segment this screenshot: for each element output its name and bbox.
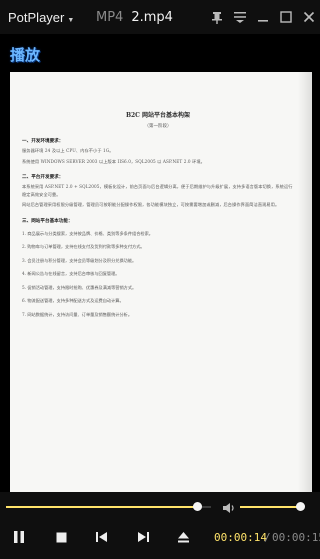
document-subtitle: （第一阶段） bbox=[144, 124, 172, 129]
volume-icon[interactable] bbox=[222, 500, 236, 519]
skip-back-icon bbox=[95, 532, 107, 542]
volume-slider[interactable] bbox=[240, 506, 304, 508]
section-heading: 三、网站平台基本功能： bbox=[22, 218, 73, 224]
section-heading: 二、平台开发要求： bbox=[22, 175, 64, 180]
page-edge-shadow bbox=[298, 72, 312, 492]
list-item: 3. 会员注册与积分管理，支持会员等级划分及积分兑换功能。 bbox=[22, 257, 137, 263]
time-separator: / bbox=[264, 531, 271, 544]
video-area[interactable]: B2C 网站平台基本构架 （第一阶段） 一、开发环境要求： 服务器环境 24 及… bbox=[0, 34, 320, 492]
paragraph: 网站后台管理采用权限分级管理，管理员可按职能分配操作权限，各功能模块独立，可按需… bbox=[22, 202, 280, 207]
pause-icon bbox=[14, 531, 24, 543]
skip-forward-icon bbox=[137, 532, 149, 542]
paragraph: 服务器环境 24 及以上 CPU、内存不小于 1G。 bbox=[22, 148, 114, 153]
stop-button[interactable] bbox=[50, 526, 72, 548]
seek-bar[interactable] bbox=[6, 506, 211, 508]
close-icon[interactable] bbox=[297, 0, 320, 34]
list-item: 7. 网站数据统计，支持访问量、订单量及销售额统计分析。 bbox=[22, 311, 133, 317]
list-item: 6. 物流配送管理，支持多种配送方式及运费自动计算。 bbox=[22, 298, 124, 303]
play-status-badge: 播放 bbox=[10, 46, 41, 64]
app-name: PotPlayer bbox=[8, 9, 65, 25]
volume-level bbox=[240, 506, 301, 508]
file-tab[interactable]: 2.mp4 bbox=[123, 10, 173, 25]
chevron-down-icon: ▼ bbox=[67, 16, 75, 24]
maximize-icon[interactable] bbox=[274, 0, 297, 34]
list-item: 2. 购物车与订单管理，支持在线支付及货到付款等多种支付方式。 bbox=[22, 244, 145, 249]
volume-handle[interactable] bbox=[295, 502, 305, 511]
list-item: 1. 商品展示与分类搜索，支持按品牌、价格、类别等多条件组合检索。 bbox=[22, 230, 153, 236]
pin-icon[interactable] bbox=[205, 0, 228, 34]
current-time: 00:00:14 bbox=[214, 531, 267, 544]
format-tab[interactable]: MP4 bbox=[84, 10, 123, 25]
total-duration: 00:00:15 bbox=[272, 531, 320, 544]
minimize-icon[interactable] bbox=[251, 0, 274, 34]
eject-icon bbox=[177, 531, 189, 542]
seek-handle[interactable] bbox=[192, 502, 202, 511]
stop-icon bbox=[56, 532, 66, 542]
document-page: B2C 网站平台基本构架 （第一阶段） 一、开发环境要求： 服务器环境 24 及… bbox=[10, 72, 312, 492]
paragraph: 本系统采用 ASP.NET 2.0 + SQL2005，模板化设计，前台页面与后… bbox=[22, 184, 293, 197]
list-item: 4. 新闻公告与在线留言，支持后台审核与回复管理。 bbox=[22, 271, 120, 276]
document-title: B2C 网站平台基本构架 bbox=[125, 112, 191, 119]
next-button[interactable] bbox=[132, 526, 154, 548]
seek-progress bbox=[6, 506, 198, 508]
section-heading: 一、开发环境要求： bbox=[22, 139, 64, 144]
menu-icon[interactable] bbox=[228, 0, 251, 34]
eject-button[interactable] bbox=[172, 526, 194, 548]
paragraph: 系统使用 WINDOWS SERVER 2003 以上版本 IIS6.0，SQL… bbox=[22, 158, 205, 164]
previous-button[interactable] bbox=[90, 526, 112, 548]
title-bar: PotPlayer ▼ MP4 2.mp4 bbox=[0, 0, 320, 34]
list-item: 5. 促销活动管理，支持限时抢购、优惠券及满减等营销方式。 bbox=[22, 284, 137, 290]
app-menu-button[interactable]: PotPlayer ▼ bbox=[0, 10, 84, 25]
control-bar: 00:00:14 / 00:00:15 bbox=[0, 492, 320, 559]
pause-button[interactable] bbox=[8, 526, 30, 548]
